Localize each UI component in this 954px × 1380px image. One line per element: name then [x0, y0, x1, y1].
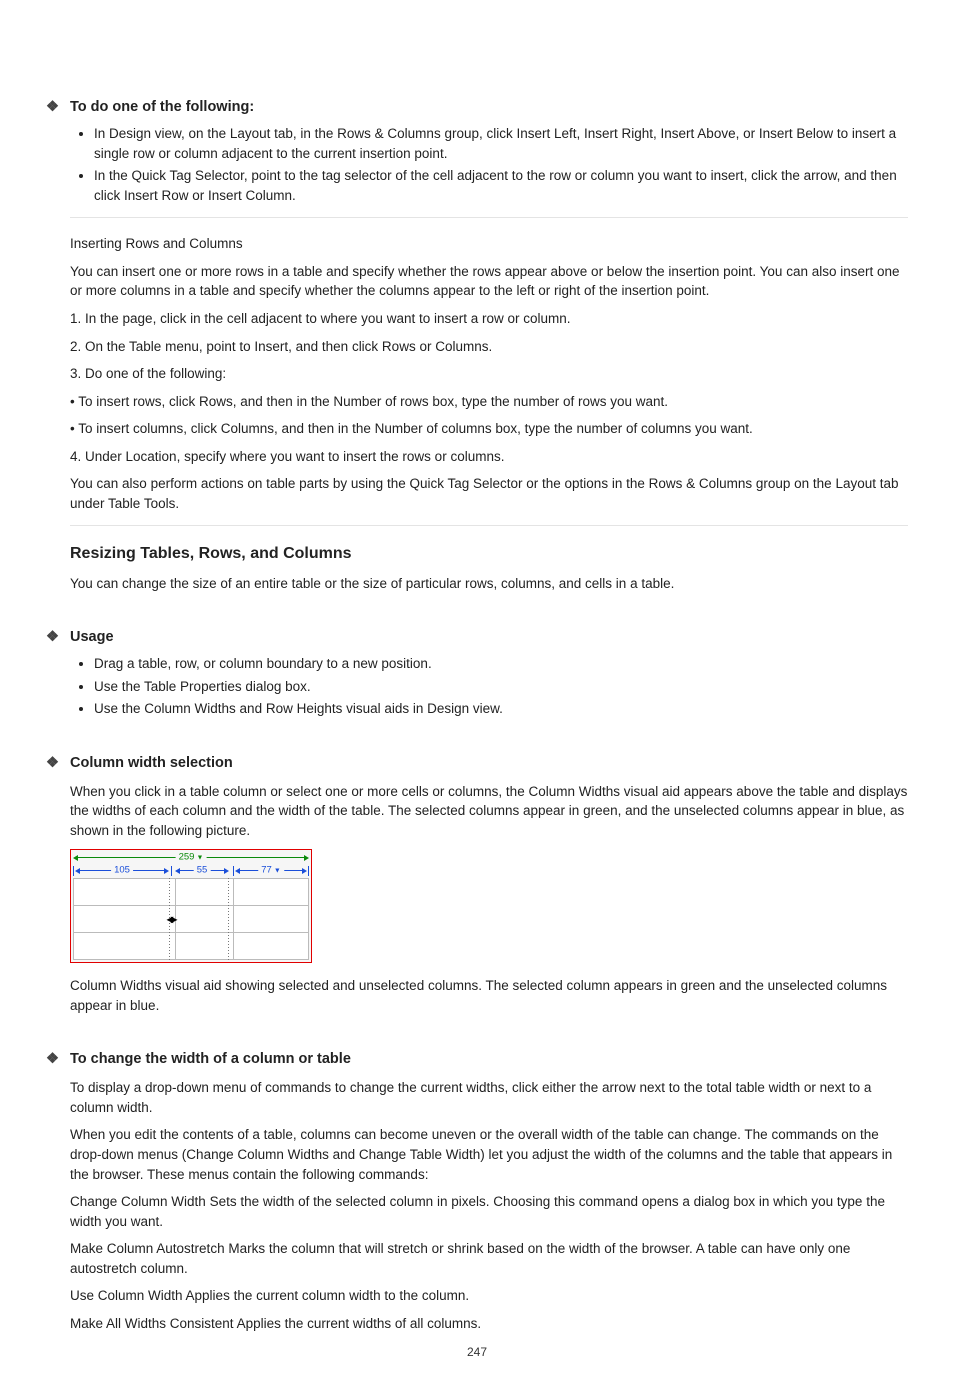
heading-column-width: Column width selection	[70, 753, 908, 774]
paragraph: Make All Widths Consistent Applies the c…	[70, 1314, 908, 1334]
heading-usage: Usage	[70, 627, 908, 648]
ruler-value: 77	[261, 864, 272, 875]
list-item: Use the Column Widths and Row Heights vi…	[94, 699, 908, 719]
paragraph: Column Widths visual aid showing selecte…	[70, 976, 908, 1015]
list-item: Use the Table Properties dialog box.	[94, 677, 908, 697]
paragraph: Change Column Width Sets the width of th…	[70, 1192, 908, 1231]
paragraph: 3. Do one of the following:	[70, 364, 908, 384]
list-item: Drag a table, row, or column boundary to…	[94, 654, 908, 674]
divider	[70, 525, 908, 526]
list-item: In Design view, on the Layout tab, in th…	[94, 124, 908, 163]
list-usage: Drag a table, row, or column boundary to…	[94, 654, 908, 719]
paragraph: Make Column Autostretch Marks the column…	[70, 1239, 908, 1278]
list-do-one: In Design view, on the Layout tab, in th…	[94, 124, 908, 205]
page-number: 247	[0, 1344, 954, 1361]
paragraph: Use Column Width Applies the current col…	[70, 1286, 908, 1306]
paragraph: When you edit the contents of a table, c…	[70, 1125, 908, 1184]
paragraph: • To insert rows, click Rows, and then i…	[70, 392, 908, 412]
heading-change-width: To change the width of a column or table	[70, 1049, 908, 1070]
list-item: In the Quick Tag Selector, point to the …	[94, 166, 908, 205]
paragraph: You can insert one or more rows in a tab…	[70, 262, 908, 301]
heading-resizing: Resizing Tables, Rows, and Columns	[70, 542, 908, 565]
sample-table	[73, 878, 309, 960]
ruler-value: 259	[179, 851, 195, 862]
figure-column-width: 259▼ 105 55 77▼ ◂▸	[70, 849, 908, 969]
paragraph: To display a drop-down menu of commands …	[70, 1078, 908, 1117]
paragraph: 4. Under Location, specify where you wan…	[70, 447, 908, 467]
paragraph: When you click in a table column or sele…	[70, 782, 908, 841]
paragraph: • To insert columns, click Columns, and …	[70, 419, 908, 439]
heading-to-do-one: To do one of the following:	[70, 97, 908, 118]
ruler-value: 55	[194, 863, 211, 877]
divider	[70, 217, 908, 218]
chevron-down-icon: ▼	[196, 854, 203, 861]
table-selection-figure: 259▼ 105 55 77▼ ◂▸	[70, 849, 312, 963]
paragraph: You can also perform actions on table pa…	[70, 474, 908, 513]
paragraph: 1. In the page, click in the cell adjace…	[70, 309, 908, 329]
paragraph: 2. On the Table menu, point to Insert, a…	[70, 337, 908, 357]
chevron-down-icon: ▼	[274, 867, 281, 874]
ruler-value: 105	[111, 863, 133, 877]
paragraph: You can change the size of an entire tab…	[70, 574, 908, 594]
paragraph: Inserting Rows and Columns	[70, 234, 908, 254]
